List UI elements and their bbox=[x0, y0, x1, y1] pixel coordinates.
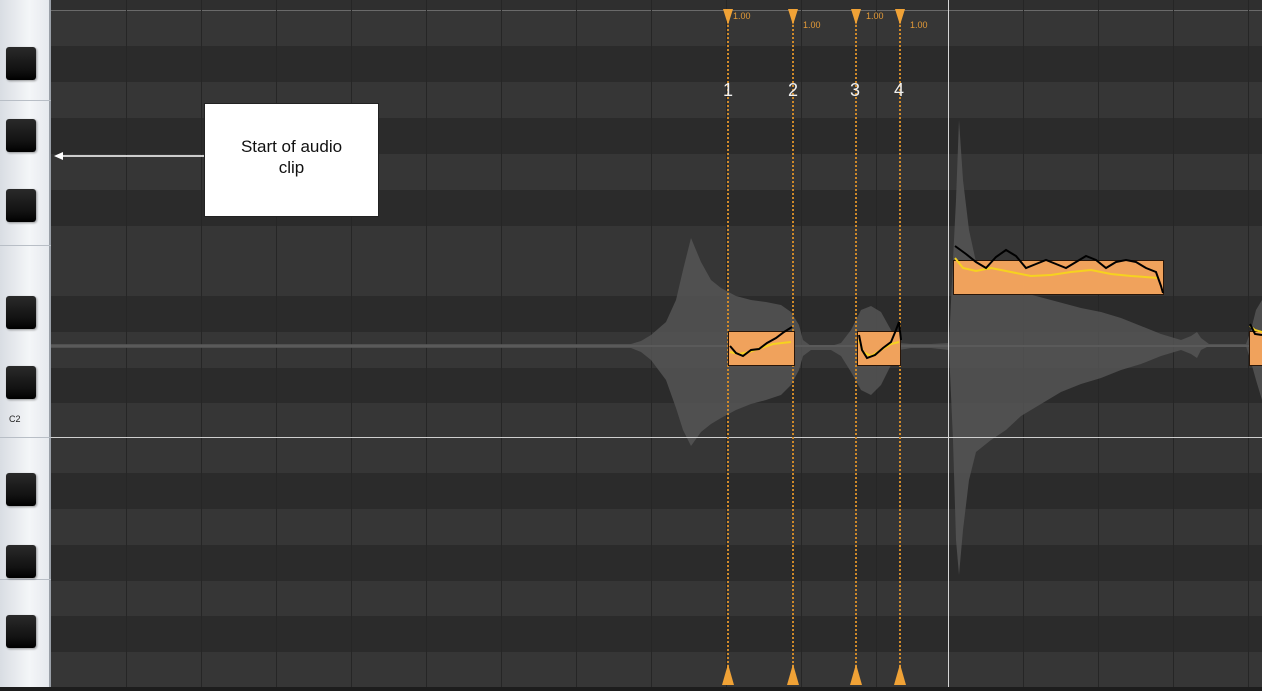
marker-value: 1.00 bbox=[866, 11, 884, 21]
marker-value: 1.00 bbox=[803, 20, 821, 30]
segment-number: 2 bbox=[788, 80, 799, 100]
black-key[interactable] bbox=[6, 296, 36, 329]
segment-marker-bottom[interactable] bbox=[787, 664, 799, 685]
marker-value: 1.00 bbox=[733, 11, 751, 21]
black-key[interactable] bbox=[6, 119, 36, 152]
marker-value: 1.00 bbox=[910, 20, 928, 30]
key-divider bbox=[0, 245, 51, 246]
bottom-edge bbox=[0, 687, 1262, 691]
segment-number: 1 bbox=[723, 80, 734, 100]
key-divider bbox=[0, 437, 51, 438]
callout-text-line1: Start of audio bbox=[240, 137, 343, 156]
black-key[interactable] bbox=[6, 189, 36, 222]
key-divider bbox=[0, 579, 51, 580]
black-key[interactable] bbox=[6, 366, 36, 399]
segment-number: 4 bbox=[894, 80, 905, 100]
c2-key-label: C2 bbox=[9, 414, 21, 424]
segment-number: 3 bbox=[850, 80, 861, 100]
segment-marker-bottom[interactable] bbox=[722, 664, 734, 685]
pitch-editor: C2 1.00 1.00 1.00 1.00 1 2 3 4 Start of … bbox=[0, 0, 1262, 691]
key-divider bbox=[0, 100, 51, 101]
segment-marker-top[interactable] bbox=[788, 9, 798, 25]
segment-marker-top[interactable] bbox=[851, 9, 861, 25]
segment-marker-top[interactable] bbox=[723, 9, 733, 25]
segment-marker-top[interactable] bbox=[895, 9, 905, 25]
black-key[interactable] bbox=[6, 473, 36, 506]
segment-marker-bottom[interactable] bbox=[894, 664, 906, 685]
black-key[interactable] bbox=[6, 545, 36, 578]
black-key[interactable] bbox=[6, 615, 36, 648]
black-key[interactable] bbox=[6, 47, 36, 80]
piano-keyboard[interactable]: C2 bbox=[0, 0, 51, 687]
segment-marker-bottom[interactable] bbox=[850, 664, 862, 685]
callout-arrow bbox=[54, 152, 206, 160]
callout-box: Start of audio clip bbox=[204, 103, 379, 217]
callout-text-line2: clip bbox=[278, 158, 305, 177]
